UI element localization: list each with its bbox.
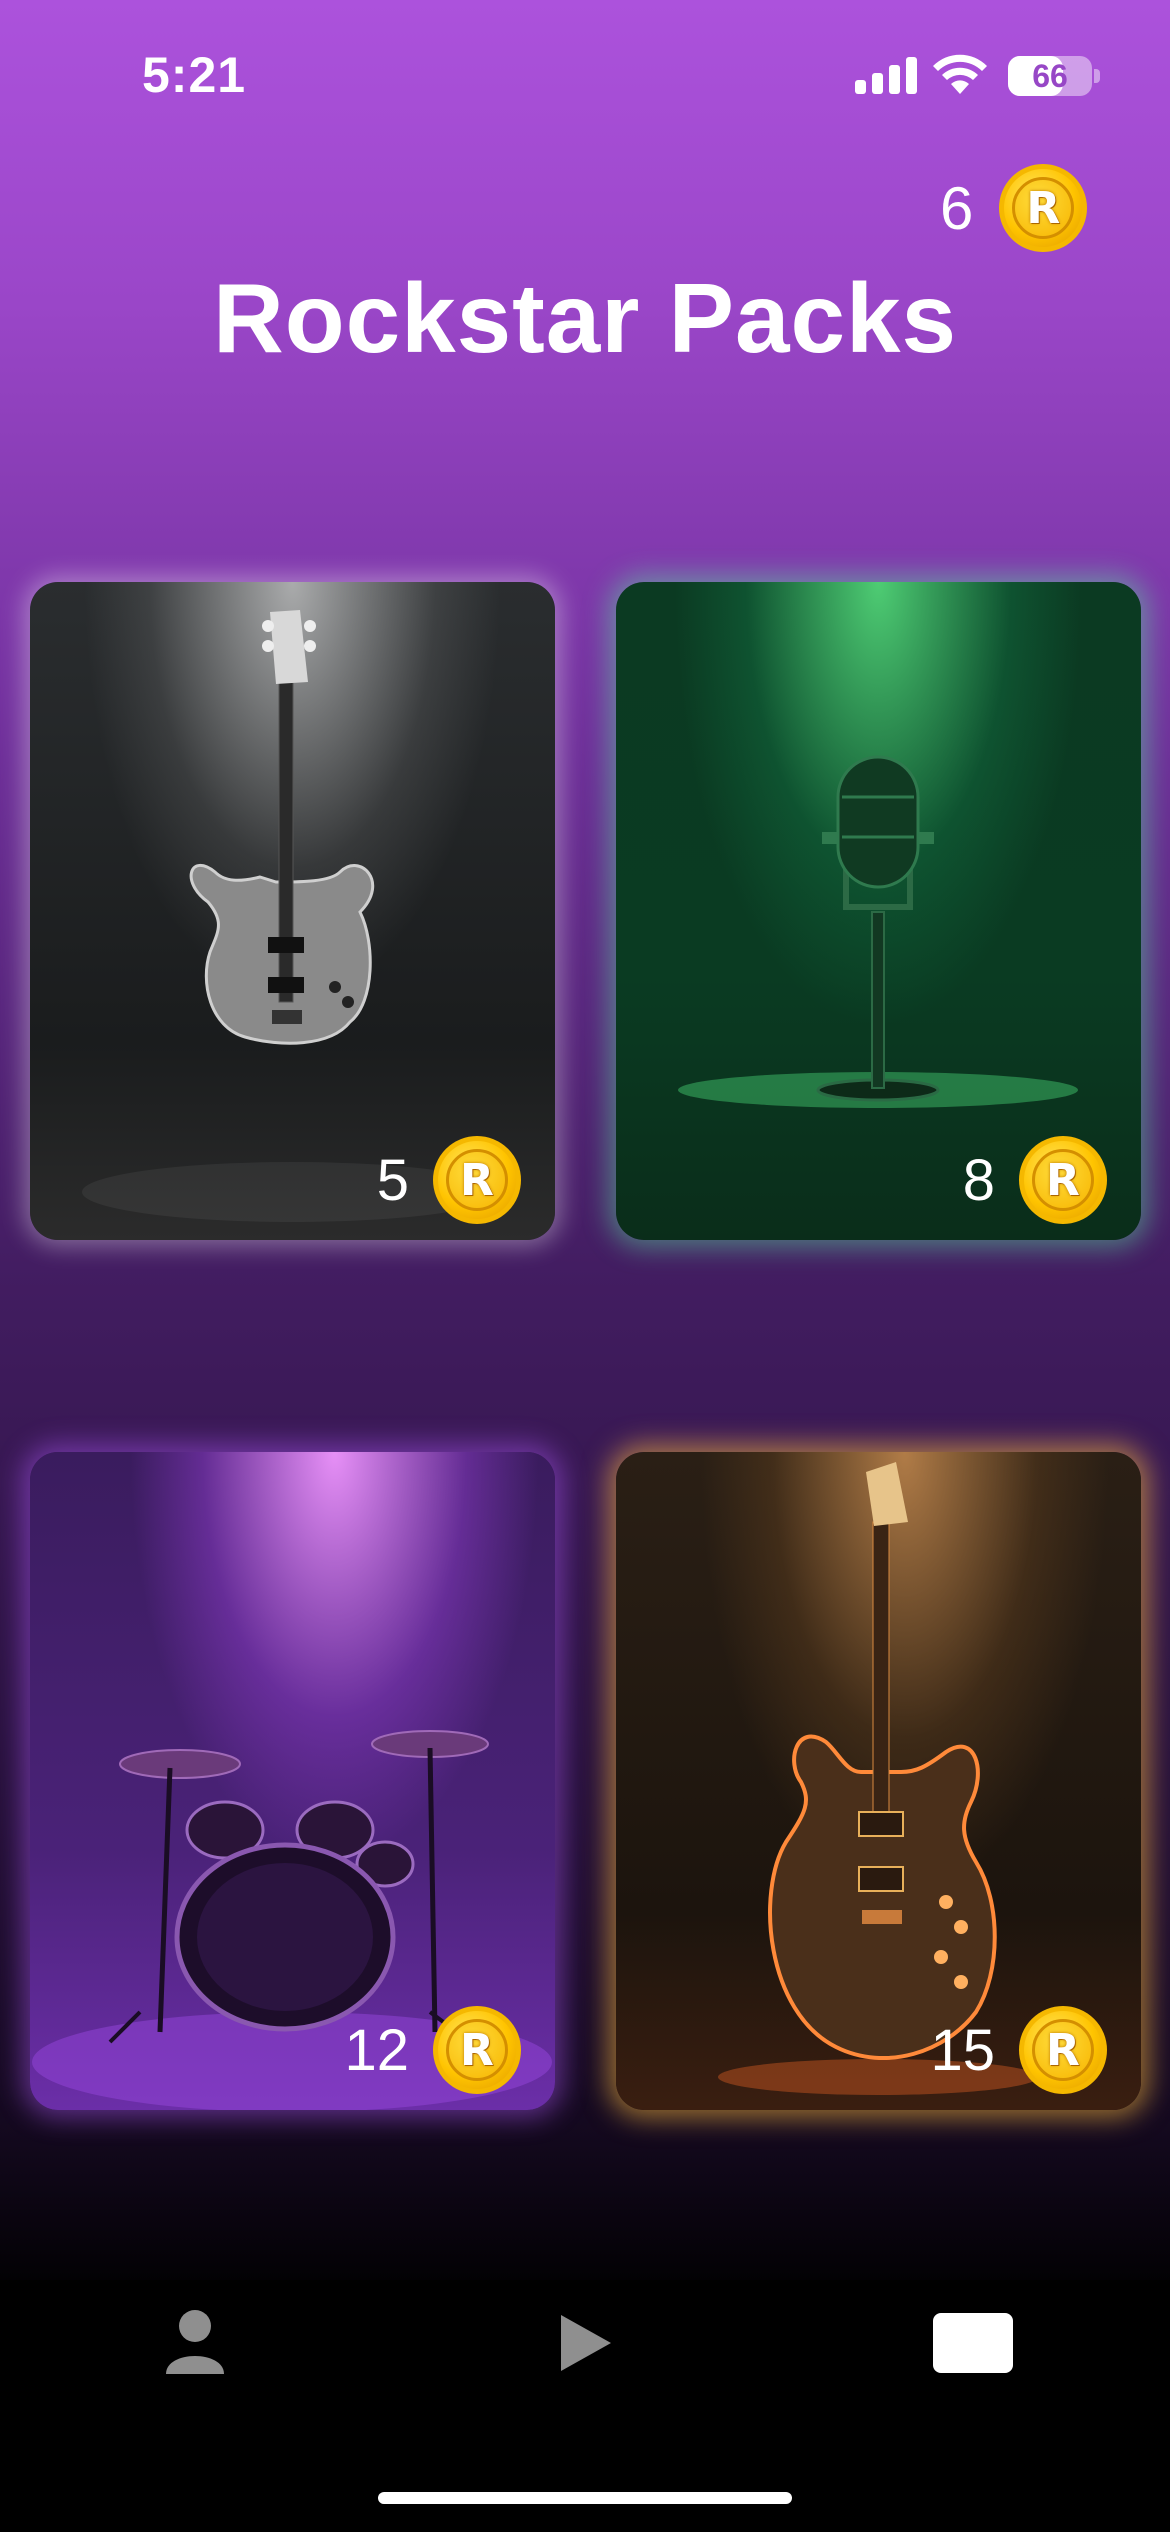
- coin-icon: R: [1019, 1136, 1107, 1224]
- coin-balance-count: 6: [940, 174, 974, 242]
- coin-symbol: R: [1046, 1154, 1080, 1206]
- coin-symbol: R: [460, 1154, 494, 1206]
- pack-price: 12 R: [344, 2006, 521, 2094]
- coin-icon: R: [1019, 2006, 1107, 2094]
- coin-symbol: R: [1046, 2024, 1080, 2076]
- card-icon: [933, 2313, 1013, 2373]
- pack-price: 8 R: [963, 1136, 1107, 1224]
- coin-symbol: R: [460, 2024, 494, 2076]
- battery-percent: 66: [1032, 58, 1068, 94]
- pack-card-drums[interactable]: 12 R: [30, 1452, 555, 2110]
- tab-play[interactable]: [530, 2298, 640, 2388]
- pack-card-microphone[interactable]: 8 R: [616, 582, 1141, 1240]
- coin-icon: R: [433, 1136, 521, 1224]
- home-indicator[interactable]: [378, 2492, 792, 2504]
- cellular-signal-icon: [855, 56, 917, 94]
- coin-symbol: R: [1026, 182, 1061, 234]
- pack-card-electric-guitar[interactable]: 15 R: [616, 1452, 1141, 2110]
- pack-price-value: 15: [930, 2017, 995, 2083]
- page-title: Rockstar Packs: [212, 263, 958, 373]
- battery-tip: [1094, 69, 1100, 83]
- pack-price: 5 R: [377, 1136, 521, 1224]
- tab-cards[interactable]: [918, 2298, 1028, 2388]
- wifi-icon: [933, 54, 987, 94]
- coin-balance[interactable]: 6 R: [940, 160, 1088, 256]
- pack-price-value: 8: [962, 1147, 995, 1213]
- status-time: 5:21: [142, 47, 247, 103]
- status-bar: 5:21 66: [0, 0, 1170, 150]
- profile-icon: [166, 2310, 224, 2374]
- pack-price-value: 12: [344, 2017, 409, 2083]
- pack-price-value: 5: [376, 1147, 409, 1213]
- coin-icon: R: [999, 164, 1088, 252]
- pack-price: 15 R: [930, 2006, 1107, 2094]
- coin-icon: R: [433, 2006, 521, 2094]
- battery-icon: 66: [1008, 56, 1092, 96]
- pack-card-bass[interactable]: 5 R: [30, 582, 555, 1240]
- tab-profile[interactable]: [140, 2298, 250, 2388]
- play-icon: [561, 2315, 611, 2371]
